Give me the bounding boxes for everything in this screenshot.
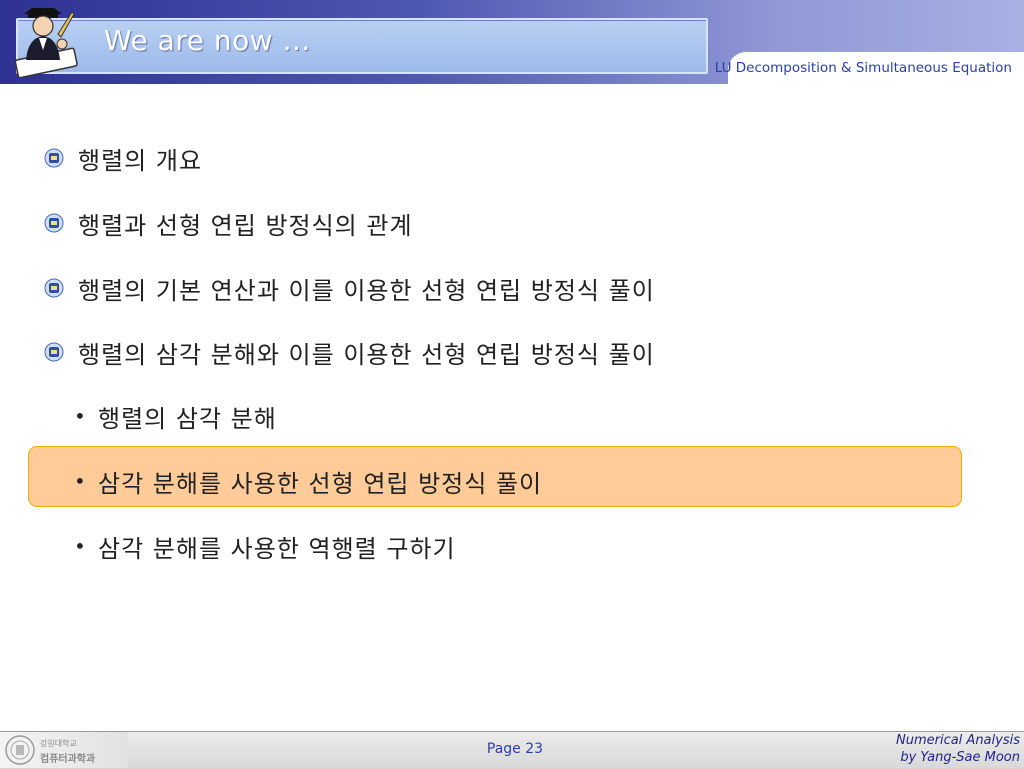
bullet-text: 행렬의 삼각 분해와 이를 이용한 선형 연립 방정식 풀이 [78, 340, 655, 369]
sub-bullet-text: 삼각 분해를 사용한 역행렬 구하기 [98, 534, 456, 563]
bullet-text: 행렬의 기본 연산과 이를 이용한 선형 연립 방정식 풀이 [78, 276, 655, 305]
bullet-dot-icon: • [74, 534, 87, 558]
bullet-dot-icon: • [74, 469, 87, 493]
bullet-item: 행렬의 기본 연산과 이를 이용한 선형 연립 방정식 풀이 [44, 268, 655, 308]
university-name: 강원대학교 [40, 739, 77, 748]
bullet-item: 행렬과 선형 연립 방정식의 관계 [44, 203, 413, 243]
bullet-text: 행렬의 개요 [78, 146, 203, 175]
bullet-dot-icon: • [74, 404, 87, 428]
page-number: Page 23 [486, 741, 544, 757]
sub-bullet-item: • 행렬의 삼각 분해 [74, 396, 277, 436]
department-name: 컴퓨터과학과 [40, 754, 96, 765]
crest-bullet-icon [44, 148, 64, 168]
sub-bullet-text: 행렬의 삼각 분해 [98, 404, 277, 433]
course-name: Numerical Analysis [895, 733, 1020, 748]
crest-bullet-icon [44, 213, 64, 233]
university-seal-icon [5, 735, 35, 765]
sub-bullet-item: • 삼각 분해를 사용한 역행렬 구하기 [74, 526, 456, 566]
crest-bullet-icon [44, 342, 64, 362]
bullet-item: 행렬의 삼각 분해와 이를 이용한 선형 연립 방정식 풀이 [44, 332, 655, 372]
sub-bullet-text: 삼각 분해를 사용한 선형 연립 방정식 풀이 [98, 469, 543, 498]
slide-content: 행렬의 개요 행렬과 선형 연립 방정식의 관계 행렬의 기본 연산과 이를 이… [0, 0, 1024, 768]
crest-bullet-icon [44, 278, 64, 298]
bullet-item: 행렬의 개요 [44, 138, 202, 178]
sub-bullet-item-current: • 삼각 분해를 사용한 선형 연립 방정식 풀이 [74, 461, 542, 501]
bullet-text: 행렬과 선형 연립 방정식의 관계 [78, 211, 413, 240]
author-credit: by Yang-Sae Moon [900, 750, 1020, 765]
